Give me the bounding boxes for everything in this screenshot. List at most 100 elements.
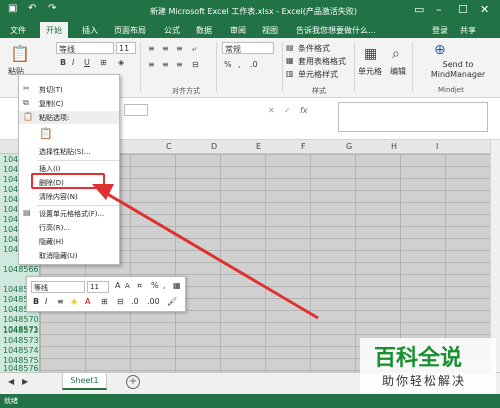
mini-size-box[interactable]: 11 (87, 281, 109, 293)
cell-styles-icon[interactable]: ▥ (286, 69, 294, 78)
cancel-formula-icon[interactable]: ✕ (268, 106, 275, 115)
align-top-icon[interactable]: ≡ (148, 44, 155, 53)
decrease-font-icon[interactable]: A (125, 282, 130, 290)
fill-color-icon[interactable]: ◈ (118, 58, 124, 67)
enter-formula-icon[interactable]: ✓ (284, 106, 291, 115)
wrap-text-icon[interactable]: ⤶ (192, 44, 196, 54)
mini-format-painter-icon[interactable]: 🖌 (167, 297, 177, 306)
maximize-icon[interactable]: ☐ (458, 3, 468, 16)
tab-formulas[interactable]: 公式 (164, 25, 180, 36)
mini-increase-decimal-icon[interactable]: .0 (131, 297, 139, 306)
font-size-box[interactable]: 11 (116, 42, 136, 54)
comma-icon[interactable]: , (238, 60, 241, 69)
mini-bold-icon[interactable]: B (33, 297, 39, 306)
menu-item-paste-special[interactable]: 选择性粘贴(S)... (19, 145, 119, 158)
menu-item-clear[interactable]: 清除内容(N) (19, 190, 119, 203)
bold-icon[interactable]: B (60, 58, 66, 67)
insert-function-icon[interactable]: fx (300, 106, 308, 115)
align-left-icon[interactable]: ≡ (148, 60, 155, 69)
redo-icon[interactable]: ↷ (48, 3, 56, 14)
tell-me-search[interactable]: 告诉我您想要做什么... (296, 25, 376, 36)
italic-icon[interactable]: I (72, 58, 74, 67)
align-middle-icon[interactable]: ≡ (162, 44, 169, 53)
column-header[interactable]: G (346, 142, 352, 151)
tab-home[interactable]: 开始 (40, 22, 68, 38)
ribbon-options-icon[interactable]: ▭ (414, 3, 424, 16)
group-mindjet-label: Mindjet (438, 86, 464, 94)
row-header[interactable]: 1048566 (3, 265, 39, 274)
paste-icon[interactable]: 📋 (10, 44, 30, 63)
share-button[interactable]: 共享 (460, 25, 476, 36)
menu-item-hide[interactable]: 隐藏(H) (19, 235, 119, 248)
decimal-icon[interactable]: .0 (250, 60, 258, 69)
align-right-icon[interactable]: ≡ (176, 60, 183, 69)
menu-item-row-height[interactable]: 行高(R)... (19, 221, 119, 234)
name-box[interactable] (124, 104, 148, 116)
mindmanager-icon[interactable]: ⊕ (434, 42, 446, 58)
font-name-box[interactable]: 等线 (56, 42, 114, 54)
mini-font-color-icon[interactable]: A (85, 297, 90, 306)
align-bottom-icon[interactable]: ≡ (176, 44, 183, 53)
row-header[interactable]: 1048576 (3, 364, 39, 372)
mini-italic-icon[interactable]: I (45, 297, 47, 306)
tab-view[interactable]: 视图 (262, 25, 278, 36)
row-header[interactable]: 1048573 (3, 336, 39, 345)
column-header[interactable]: H (391, 142, 397, 151)
row-header[interactable]: 1048574 (3, 346, 39, 355)
close-icon[interactable]: ✕ (480, 3, 489, 16)
sheet-tab[interactable]: Sheet1 (62, 373, 107, 390)
tab-review[interactable]: 审阅 (230, 25, 246, 36)
row-header[interactable]: 1048572 (3, 326, 39, 335)
percent-icon[interactable]: % (224, 60, 232, 69)
menu-item-format-cells[interactable]: ▤ 设置单元格格式(F)... (19, 207, 119, 220)
column-header[interactable]: D (211, 142, 217, 151)
mini-decrease-decimal-icon[interactable]: .00 (147, 297, 160, 306)
column-header[interactable]: I (436, 142, 438, 151)
mini-border-icon[interactable]: ⊞ (101, 297, 108, 306)
send-to-mindmanager-button[interactable]: Send to MindManager (418, 60, 498, 80)
menu-item-cut[interactable]: ✂ 剪切(T) (19, 83, 119, 96)
mini-table-icon[interactable]: ▦ (173, 281, 181, 290)
cell-styles-button[interactable]: 单元格样式 (298, 69, 338, 80)
next-sheet-icon[interactable]: ▶ (22, 377, 28, 386)
column-header[interactable]: F (301, 142, 306, 151)
tab-page-layout[interactable]: 页面布局 (114, 25, 146, 36)
formula-input[interactable] (338, 102, 488, 132)
mini-font-box[interactable]: 等线 (31, 281, 85, 293)
mini-merge-icon[interactable]: ⊟ (117, 297, 124, 306)
row-header[interactable]: 1048570 (3, 315, 39, 324)
mini-align-icon[interactable]: ≡ (57, 297, 64, 306)
tab-data[interactable]: 数据 (196, 25, 212, 36)
edit-button[interactable]: 编辑 (390, 66, 406, 77)
align-center-icon[interactable]: ≡ (162, 60, 169, 69)
menu-item-unhide[interactable]: 取消隐藏(U) (19, 249, 119, 262)
table-format-button[interactable]: 套用表格格式 (298, 56, 346, 67)
conditional-format-button[interactable]: 条件格式 (298, 43, 330, 54)
column-header[interactable]: C (166, 142, 172, 151)
conditional-format-icon[interactable]: ▤ (286, 43, 294, 52)
tab-file[interactable]: 文件 (10, 25, 26, 36)
increase-font-icon[interactable]: A (115, 281, 120, 290)
tab-insert[interactable]: 插入 (82, 25, 98, 36)
undo-icon[interactable]: ↶ (28, 3, 36, 14)
edit-icon[interactable]: ⌕ (392, 46, 400, 62)
login-link[interactable]: 登录 (432, 25, 448, 36)
column-header[interactable]: E (256, 142, 261, 151)
cells-icon[interactable]: ▦ (364, 46, 377, 62)
mini-format-icon[interactable]: ¤ (137, 281, 142, 290)
cells-button[interactable]: 单元格 (358, 66, 382, 77)
menu-item-copy[interactable]: ⧉ 复制(C) (19, 97, 119, 110)
border-icon[interactable]: ⊞ (100, 58, 107, 67)
table-format-icon[interactable]: ▦ (286, 56, 294, 65)
prev-sheet-icon[interactable]: ◀ (8, 377, 14, 386)
save-icon[interactable]: ▣ (8, 3, 17, 14)
merge-icon[interactable]: ⊟ (192, 60, 199, 69)
underline-icon[interactable]: U (84, 58, 90, 67)
mini-percent-icon[interactable]: % (151, 281, 159, 290)
minimize-icon[interactable]: – (436, 3, 442, 16)
number-format-box[interactable]: 常规 (222, 42, 274, 54)
mini-fill-color-icon[interactable]: ◈ (71, 297, 77, 306)
mini-comma-icon[interactable]: , (163, 281, 166, 290)
paste-option-button[interactable]: 📋 (19, 125, 119, 143)
add-sheet-icon[interactable]: + (126, 375, 140, 389)
